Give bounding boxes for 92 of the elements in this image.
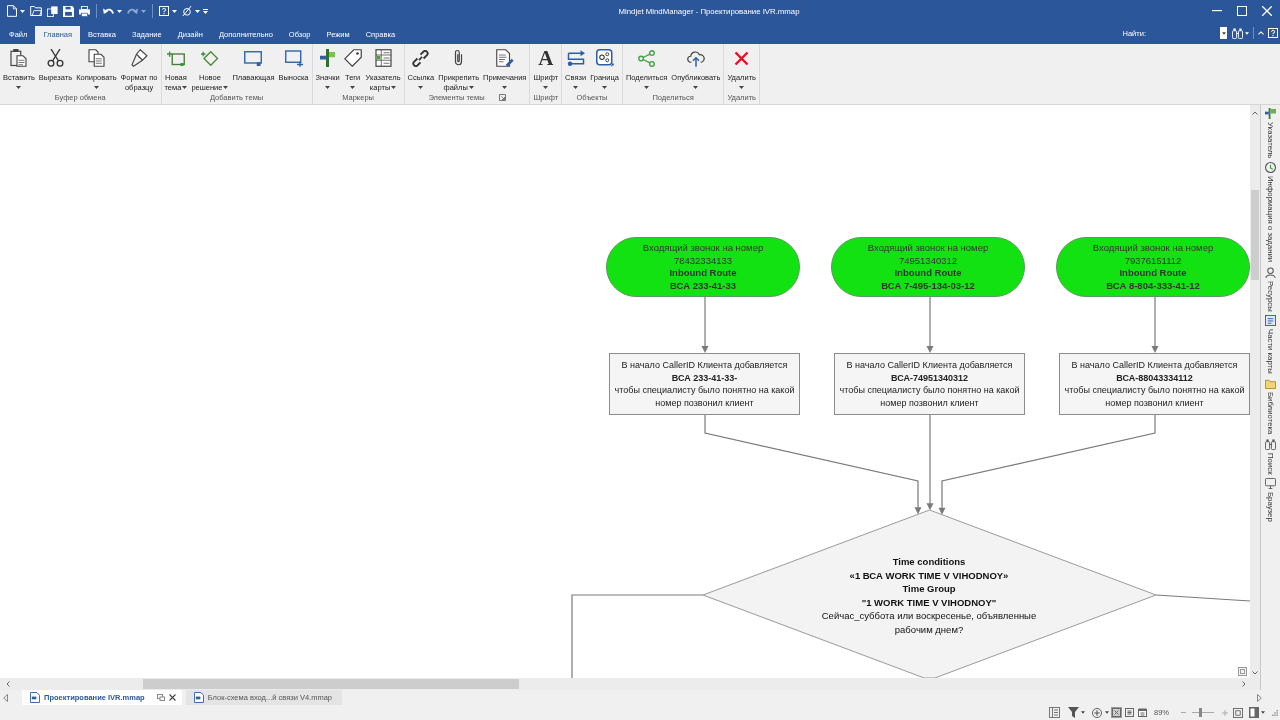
plus-circle-icon[interactable] bbox=[1092, 707, 1102, 718]
cloud-upload-icon bbox=[686, 49, 705, 67]
crossed-box-icon bbox=[1112, 708, 1121, 717]
view-toggle[interactable] bbox=[1124, 707, 1135, 718]
scrollbar-thumb[interactable] bbox=[1251, 190, 1259, 280]
caret-icon[interactable] bbox=[1245, 31, 1249, 35]
note-icon bbox=[495, 49, 514, 67]
clipboard-icon bbox=[10, 49, 28, 67]
redo-icon[interactable] bbox=[127, 7, 138, 15]
caret-icon[interactable] bbox=[20, 9, 25, 13]
view-toggle[interactable] bbox=[1111, 707, 1122, 718]
copy-icon bbox=[87, 49, 105, 67]
caret-icon[interactable] bbox=[195, 9, 200, 13]
grid-icon bbox=[374, 49, 392, 67]
scroll-up-icon[interactable] bbox=[1252, 111, 1258, 115]
calendar-icon bbox=[1138, 708, 1147, 717]
boundary-icon bbox=[595, 49, 614, 67]
resize-grip-icon[interactable] bbox=[1272, 709, 1278, 716]
decision-text: Time conditions «1 ВСА WORK TIME V VIHODNOY» Time Group "1 WORK TIME V VIHODNOY" Сейчас_суббота или воскресенье, объявленные рабочим днем? bbox=[820, 555, 1038, 636]
vertical-scrollbar[interactable] bbox=[1250, 105, 1260, 678]
scroll-right-icon[interactable] bbox=[1242, 681, 1246, 687]
caret-icon[interactable] bbox=[1261, 711, 1265, 714]
caret-icon[interactable] bbox=[117, 9, 122, 13]
collapse-ribbon-icon[interactable] bbox=[1258, 31, 1264, 35]
caret-icon[interactable] bbox=[172, 9, 177, 13]
diamond-plus-icon bbox=[200, 49, 219, 67]
horizontal-scrollbar[interactable] bbox=[0, 678, 1260, 690]
customize-caret-icon[interactable] bbox=[203, 8, 208, 14]
arrows-icon bbox=[566, 49, 585, 67]
maximize-icon[interactable] bbox=[1237, 6, 1247, 16]
panel-layout-icon[interactable] bbox=[1249, 707, 1259, 718]
close-icon[interactable] bbox=[168, 694, 176, 701]
scissors-icon bbox=[46, 49, 64, 67]
route-node: Входящий звонок на номер 79376151112 Inbound Route ВСА 8-804-333-41-12 bbox=[1056, 237, 1250, 297]
lines-box-icon bbox=[1125, 708, 1134, 717]
triangle-right-icon[interactable] bbox=[1257, 693, 1262, 702]
document-icon bbox=[30, 692, 40, 703]
binoculars-icon bbox=[1265, 438, 1276, 450]
map-overview-icon[interactable] bbox=[1238, 667, 1247, 676]
caret-icon bbox=[1221, 31, 1226, 35]
scroll-down-icon[interactable] bbox=[1252, 671, 1258, 675]
callerid-node: В начало CallerID Клиента добавляется ВСА-88043334112 чтобы специалисту было понятно на какой номер позвонил клиент bbox=[1059, 353, 1250, 415]
callout-icon bbox=[284, 49, 303, 67]
delete-icon bbox=[734, 50, 750, 66]
monitor-icon bbox=[1265, 478, 1276, 490]
connector-arrow bbox=[926, 296, 934, 353]
pin-icon[interactable] bbox=[156, 694, 165, 701]
callerid-node: В начало CallerID Клиента добавляется ВСА-74951340312 чтобы специалисту было понятно на какой номер позвонил клиент bbox=[834, 353, 1025, 415]
caret-icon[interactable] bbox=[1105, 711, 1109, 714]
tag-icon bbox=[343, 49, 362, 67]
marker-icon bbox=[320, 49, 336, 67]
font-letter-icon: A bbox=[538, 48, 554, 68]
callerid-node: В начало CallerID Клиента добавляется ВСА 233-41-33- чтобы специалисту было понятно на какой номер позвонил клиент bbox=[609, 353, 800, 415]
caret-icon[interactable] bbox=[141, 9, 146, 13]
square-plus-icon bbox=[166, 49, 185, 67]
marker-icon bbox=[1265, 108, 1276, 119]
help-icon[interactable] bbox=[159, 6, 169, 16]
minimize-icon[interactable] bbox=[1212, 10, 1222, 12]
dialog-launcher-icon[interactable] bbox=[498, 94, 506, 101]
binoculars-icon[interactable] bbox=[1232, 27, 1243, 39]
folder-icon bbox=[1265, 378, 1276, 390]
help-icon[interactable] bbox=[1268, 28, 1278, 38]
scrollbar-thumb[interactable] bbox=[143, 679, 519, 689]
triangle-left-icon[interactable] bbox=[3, 693, 8, 702]
fit-page-icon[interactable] bbox=[1233, 707, 1243, 718]
share-icon bbox=[638, 49, 656, 67]
scroll-left-icon[interactable] bbox=[6, 681, 10, 687]
document-stack-icon[interactable] bbox=[47, 5, 58, 17]
slashed-circle-icon[interactable] bbox=[182, 6, 192, 16]
connector-arrow bbox=[701, 296, 709, 353]
undo-icon[interactable] bbox=[103, 7, 114, 15]
brush-icon bbox=[130, 49, 148, 67]
paperclip-icon bbox=[454, 49, 464, 67]
route-node: Входящий звонок на номер 78432334133 Inbound Route ВСА 233-41-33 bbox=[606, 237, 800, 297]
view-toggle[interactable] bbox=[1137, 707, 1148, 718]
list-view-icon[interactable] bbox=[1049, 707, 1060, 718]
route-node: Входящий звонок на номер 74951340312 Inbound Route ВСА 7-495-134-03-12 bbox=[831, 237, 1025, 297]
rectangle-icon bbox=[244, 50, 263, 66]
clock-icon bbox=[1265, 162, 1276, 174]
link-icon bbox=[412, 49, 430, 67]
filter-icon[interactable] bbox=[1068, 707, 1079, 718]
caret-icon[interactable] bbox=[1081, 711, 1085, 714]
person-icon bbox=[1265, 266, 1276, 278]
connector-arrow bbox=[1151, 296, 1159, 353]
new-document-icon[interactable] bbox=[7, 5, 17, 17]
find-field[interactable] bbox=[1220, 27, 1227, 39]
document-icon bbox=[193, 692, 204, 703]
open-folder-icon[interactable] bbox=[30, 6, 42, 16]
print-icon[interactable] bbox=[79, 5, 90, 17]
slider-thumb[interactable] bbox=[1199, 708, 1203, 717]
save-icon[interactable] bbox=[63, 5, 74, 17]
map-parts-icon bbox=[1265, 315, 1276, 327]
